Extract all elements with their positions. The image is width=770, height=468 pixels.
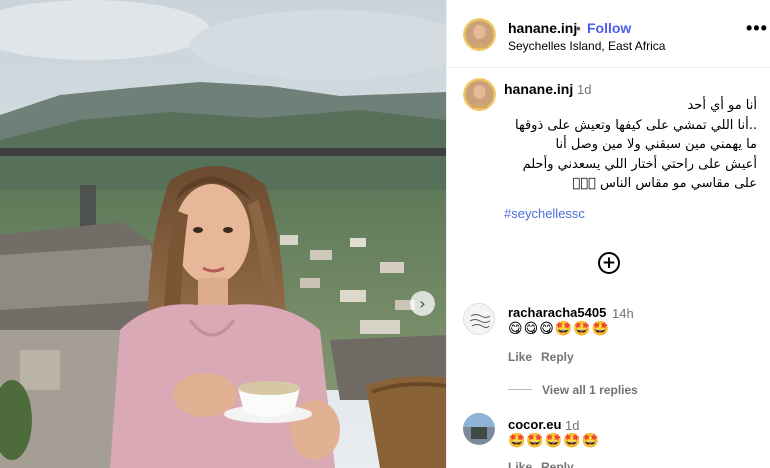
plus-icon: +: [601, 252, 617, 273]
comment-time: 1d: [565, 418, 580, 433]
replies-divider: [508, 389, 532, 390]
post-side-panel: hanane.inj • Follow Seychelles Island, E…: [446, 0, 770, 468]
reply-button[interactable]: Reply: [541, 350, 574, 364]
hashtag-link[interactable]: #seychellessc: [504, 206, 585, 221]
add-comment-icon[interactable]: +: [598, 252, 620, 274]
like-button[interactable]: Like: [508, 460, 532, 468]
comment-text: 🤩🤩🤩🤩🤩: [508, 433, 601, 449]
comment-text: 😋😋😋🤩🤩🤩: [508, 321, 611, 337]
view-replies-button[interactable]: View all 1 replies: [542, 383, 638, 397]
caption-avatar[interactable]: [463, 78, 496, 111]
chevron-right-icon: ›: [419, 293, 426, 313]
post-location[interactable]: Seychelles Island, East Africa: [508, 39, 665, 53]
caption-text: أنا مو أي أحد ..أنا اللي تمشي على كيفها …: [515, 98, 757, 191]
post-photo[interactable]: ›: [0, 0, 446, 468]
caption-username[interactable]: hanane.inj: [504, 81, 573, 97]
reply-button[interactable]: Reply: [541, 460, 574, 468]
like-button[interactable]: Like: [508, 350, 532, 364]
commenter-avatar[interactable]: [463, 413, 495, 445]
separator-dot: •: [576, 20, 581, 36]
author-avatar[interactable]: [463, 18, 496, 51]
commenter-username[interactable]: racharacha5405: [508, 305, 606, 320]
commenter-username[interactable]: cocor.eu: [508, 417, 561, 432]
next-image-button[interactable]: ›: [410, 291, 435, 316]
comment-time: 14h: [612, 306, 634, 321]
author-username[interactable]: hanane.inj: [508, 20, 577, 36]
caption-time: 1d: [577, 82, 592, 97]
post-image: [0, 0, 446, 468]
more-options-icon[interactable]: •••: [746, 18, 768, 39]
follow-button[interactable]: Follow: [587, 20, 631, 36]
post-header: hanane.inj • Follow Seychelles Island, E…: [447, 0, 770, 68]
commenter-avatar[interactable]: [463, 303, 495, 335]
